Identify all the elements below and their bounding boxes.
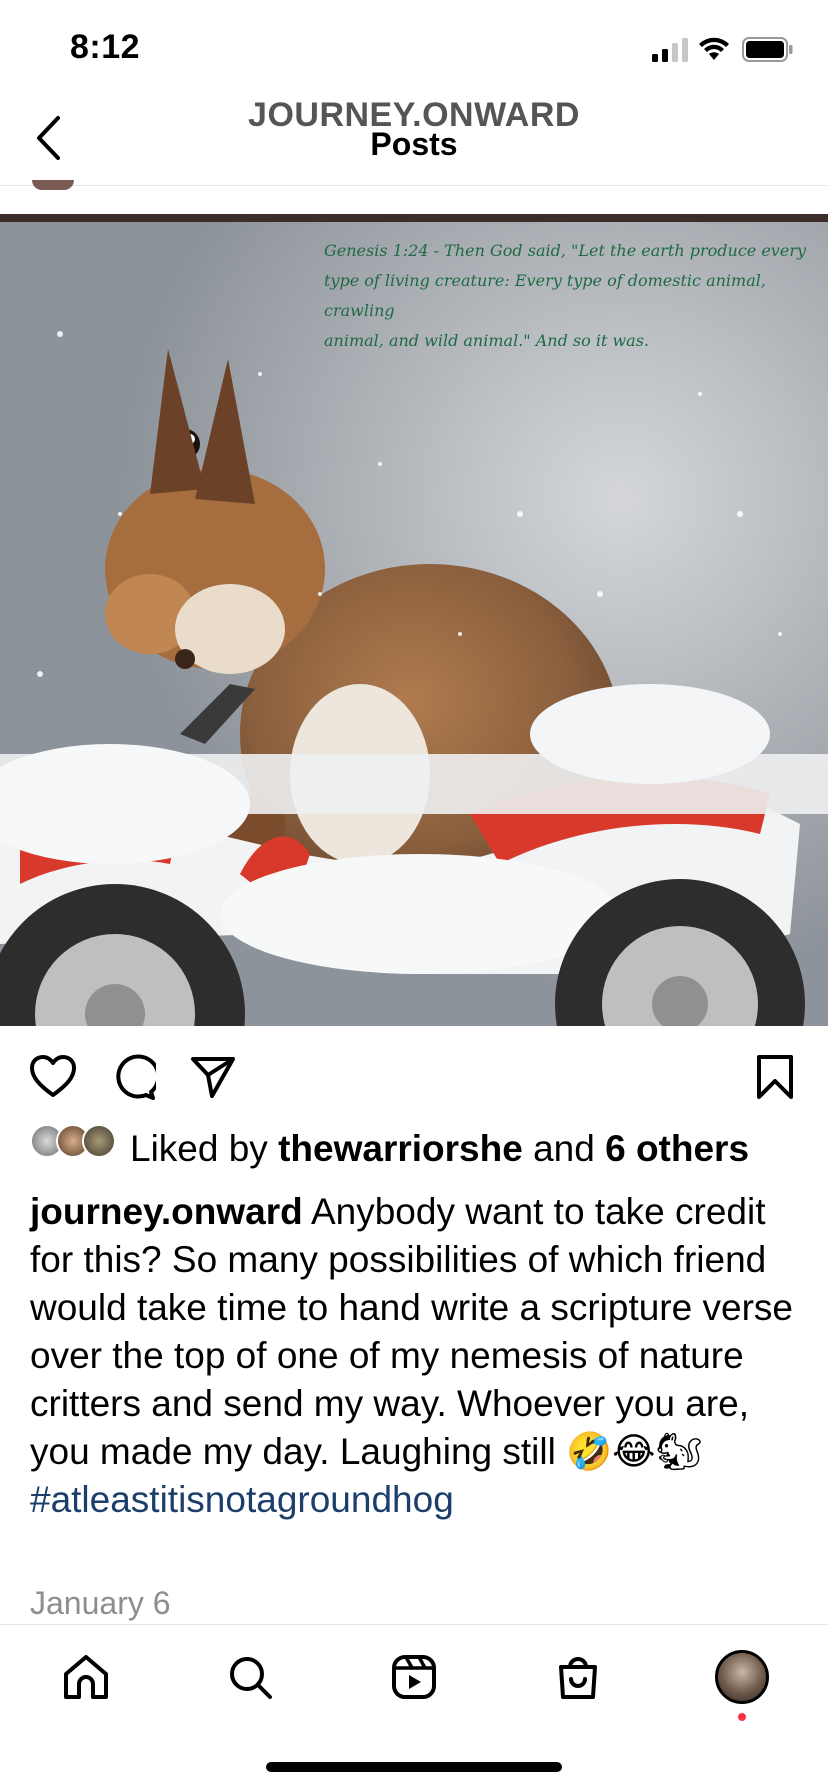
verse-line: type of living creature: Every type of d… xyxy=(324,271,766,320)
likes-prefix: Liked by xyxy=(130,1128,279,1169)
search-icon xyxy=(230,1657,272,1699)
status-bar: 8:12 xyxy=(0,0,828,96)
verse-line: Genesis 1:24 - Then God said, "Let the e… xyxy=(324,241,806,260)
post-image[interactable]: Genesis 1:24 - Then God said, "Let the e… xyxy=(0,214,828,1026)
nav-shop[interactable] xyxy=(548,1647,608,1707)
likes-connector: and xyxy=(522,1128,606,1169)
caption-username[interactable]: journey.onward xyxy=(30,1191,303,1232)
status-time: 8:12 xyxy=(70,28,141,66)
liker-avatar xyxy=(82,1124,116,1158)
caption-text: Anybody want to take credit for this? So… xyxy=(30,1191,793,1472)
post-actions xyxy=(0,1038,828,1108)
battery-icon xyxy=(742,37,793,62)
comment-button[interactable] xyxy=(108,1052,158,1102)
hashtag-link[interactable]: #atleastitisnotagroundhog xyxy=(30,1476,810,1524)
like-button[interactable] xyxy=(28,1052,78,1102)
nav-reels[interactable] xyxy=(384,1647,444,1707)
verse-line: animal, and wild animal." And so it was. xyxy=(324,331,649,350)
liker-username[interactable]: thewarriorshe xyxy=(278,1128,523,1169)
notification-dot xyxy=(738,1713,746,1721)
save-button[interactable] xyxy=(750,1052,800,1102)
likes-text: Liked by thewarriorshe and 6 others xyxy=(130,1128,749,1170)
share-button[interactable] xyxy=(188,1052,238,1102)
bookmark-icon xyxy=(757,1055,793,1099)
likes-others[interactable]: 6 others xyxy=(605,1128,749,1169)
author-avatar[interactable] xyxy=(32,180,74,190)
paper-plane-icon xyxy=(191,1057,235,1098)
likes-summary[interactable]: Liked by thewarriorshe and 6 others xyxy=(30,1124,810,1176)
handwritten-verse: Genesis 1:24 - Then God said, "Let the e… xyxy=(324,236,824,356)
heart-icon xyxy=(30,1055,76,1097)
page-title: Posts xyxy=(370,126,458,162)
nav-search[interactable] xyxy=(220,1647,280,1707)
post-caption: journey.onward Anybody want to take cred… xyxy=(30,1188,810,1524)
shop-icon xyxy=(559,1657,597,1699)
nav-profile[interactable] xyxy=(712,1647,772,1707)
nav-home[interactable] xyxy=(56,1647,116,1707)
header: JOURNEY.ONWARD Posts xyxy=(0,96,828,186)
comment-icon xyxy=(116,1054,156,1100)
home-icon xyxy=(64,1655,108,1699)
signal-icon xyxy=(652,38,688,62)
reels-icon xyxy=(392,1655,436,1699)
profile-avatar xyxy=(715,1650,769,1704)
home-indicator[interactable] xyxy=(266,1762,562,1772)
post-date: January 6 xyxy=(30,1585,171,1621)
wifi-icon xyxy=(699,37,729,60)
